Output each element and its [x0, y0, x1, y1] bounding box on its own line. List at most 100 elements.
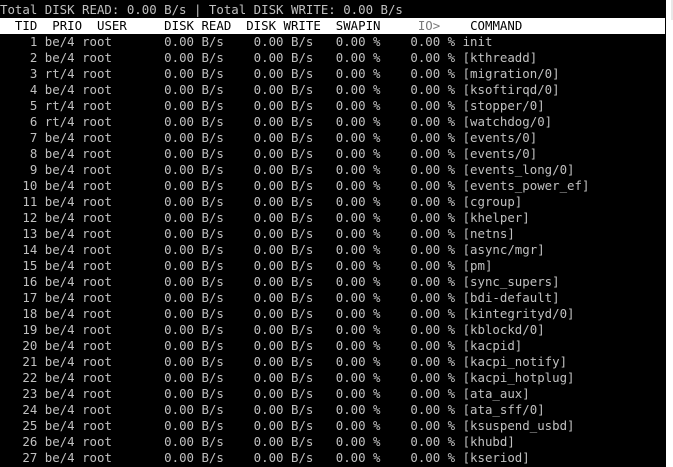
process-row[interactable]: 27 be/4 root 0.00 B/s 0.00 B/s 0.00 % 0.…: [0, 450, 665, 466]
process-row[interactable]: 8 be/4 root 0.00 B/s 0.00 B/s 0.00 % 0.0…: [0, 146, 665, 162]
process-user: root: [82, 338, 112, 353]
column-header-prio[interactable]: PRIO: [52, 18, 82, 33]
process-prio: be/4: [44, 338, 75, 353]
process-command: [ksuspend_usbd]: [462, 418, 575, 433]
process-prio: rt/4: [44, 98, 75, 113]
process-list: 1 be/4 root 0.00 B/s 0.00 B/s 0.00 % 0.0…: [0, 34, 665, 466]
process-swapin: 0.00 %: [313, 322, 381, 337]
summary-separator: |: [193, 2, 202, 17]
process-disk-read: 0.00 B/s: [111, 242, 224, 257]
process-row[interactable]: 15 be/4 root 0.00 B/s 0.00 B/s 0.00 % 0.…: [0, 258, 665, 274]
process-prio: rt/4: [44, 66, 75, 81]
process-prio: be/4: [44, 34, 75, 49]
process-row[interactable]: 16 be/4 root 0.00 B/s 0.00 B/s 0.00 % 0.…: [0, 274, 665, 290]
process-row[interactable]: 1 be/4 root 0.00 B/s 0.00 B/s 0.00 % 0.0…: [0, 34, 665, 50]
process-user: root: [82, 98, 112, 113]
process-command: [khelper]: [462, 210, 530, 225]
process-disk-write: 0.00 B/s: [223, 194, 314, 209]
process-io: 0.00 %: [380, 306, 456, 321]
column-header-row: TID PRIO USER DISK READ DISK WRITE SWAPI…: [0, 18, 665, 34]
process-disk-read: 0.00 B/s: [111, 386, 224, 401]
process-disk-write: 0.00 B/s: [223, 338, 314, 353]
process-tid: 2: [0, 50, 38, 65]
process-row[interactable]: 11 be/4 root 0.00 B/s 0.00 B/s 0.00 % 0.…: [0, 194, 665, 210]
process-prio: be/4: [44, 210, 75, 225]
process-row[interactable]: 26 be/4 root 0.00 B/s 0.00 B/s 0.00 % 0.…: [0, 434, 665, 450]
process-user: root: [82, 66, 112, 81]
process-prio: be/4: [44, 82, 75, 97]
process-disk-read: 0.00 B/s: [111, 322, 224, 337]
process-tid: 10: [0, 178, 38, 193]
process-row[interactable]: 13 be/4 root 0.00 B/s 0.00 B/s 0.00 % 0.…: [0, 226, 665, 242]
process-tid: 26: [0, 434, 38, 449]
process-tid: 18: [0, 306, 38, 321]
process-io: 0.00 %: [380, 338, 456, 353]
process-prio: be/4: [44, 402, 75, 417]
process-row[interactable]: 10 be/4 root 0.00 B/s 0.00 B/s 0.00 % 0.…: [0, 178, 665, 194]
process-disk-read: 0.00 B/s: [111, 226, 224, 241]
process-row[interactable]: 19 be/4 root 0.00 B/s 0.00 B/s 0.00 % 0.…: [0, 322, 665, 338]
process-row[interactable]: 5 rt/4 root 0.00 B/s 0.00 B/s 0.00 % 0.0…: [0, 98, 665, 114]
process-row[interactable]: 7 be/4 root 0.00 B/s 0.00 B/s 0.00 % 0.0…: [0, 130, 665, 146]
process-disk-read: 0.00 B/s: [111, 274, 224, 289]
process-row[interactable]: 4 be/4 root 0.00 B/s 0.00 B/s 0.00 % 0.0…: [0, 82, 665, 98]
process-disk-write: 0.00 B/s: [223, 290, 314, 305]
process-user: root: [82, 242, 112, 257]
process-swapin: 0.00 %: [313, 290, 381, 305]
process-row[interactable]: 25 be/4 root 0.00 B/s 0.00 B/s 0.00 % 0.…: [0, 418, 665, 434]
process-disk-read: 0.00 B/s: [111, 66, 224, 81]
process-disk-write: 0.00 B/s: [223, 146, 314, 161]
process-prio: be/4: [44, 194, 75, 209]
process-io: 0.00 %: [380, 354, 456, 369]
process-row[interactable]: 9 be/4 root 0.00 B/s 0.00 B/s 0.00 % 0.0…: [0, 162, 665, 178]
process-row[interactable]: 23 be/4 root 0.00 B/s 0.00 B/s 0.00 % 0.…: [0, 386, 665, 402]
process-row[interactable]: 21 be/4 root 0.00 B/s 0.00 B/s 0.00 % 0.…: [0, 354, 665, 370]
process-io: 0.00 %: [380, 34, 456, 49]
process-prio: be/4: [44, 386, 75, 401]
process-row[interactable]: 18 be/4 root 0.00 B/s 0.00 B/s 0.00 % 0.…: [0, 306, 665, 322]
process-disk-write: 0.00 B/s: [223, 162, 314, 177]
process-disk-read: 0.00 B/s: [111, 146, 224, 161]
process-swapin: 0.00 %: [313, 306, 381, 321]
column-header-disk-write[interactable]: DISK WRITE: [246, 18, 321, 33]
total-disk-read-value: 0.00 B/s: [126, 2, 187, 17]
process-row[interactable]: 3 rt/4 root 0.00 B/s 0.00 B/s 0.00 % 0.0…: [0, 66, 665, 82]
process-user: root: [82, 210, 112, 225]
column-header-io[interactable]: IO>: [418, 18, 440, 33]
process-row[interactable]: 2 be/4 root 0.00 B/s 0.00 B/s 0.00 % 0.0…: [0, 50, 665, 66]
process-disk-read: 0.00 B/s: [111, 210, 224, 225]
process-row[interactable]: 6 rt/4 root 0.00 B/s 0.00 B/s 0.00 % 0.0…: [0, 114, 665, 130]
process-row[interactable]: 24 be/4 root 0.00 B/s 0.00 B/s 0.00 % 0.…: [0, 402, 665, 418]
process-disk-write: 0.00 B/s: [223, 114, 314, 129]
column-header-disk-read[interactable]: DISK READ: [164, 18, 231, 33]
process-io: 0.00 %: [380, 450, 456, 465]
terminal-window[interactable]: Total DISK READ: 0.00 B/s | Total DISK W…: [0, 0, 673, 467]
process-swapin: 0.00 %: [313, 338, 381, 353]
process-disk-read: 0.00 B/s: [111, 306, 224, 321]
process-row[interactable]: 20 be/4 root 0.00 B/s 0.00 B/s 0.00 % 0.…: [0, 338, 665, 354]
process-tid: 25: [0, 418, 38, 433]
process-command: [kblockd/0]: [462, 322, 545, 337]
column-header-tid[interactable]: TID: [15, 18, 37, 33]
process-row[interactable]: 22 be/4 root 0.00 B/s 0.00 B/s 0.00 % 0.…: [0, 370, 665, 386]
process-command: [netns]: [462, 226, 515, 241]
process-command: [ata_sff/0]: [462, 402, 545, 417]
process-disk-read: 0.00 B/s: [111, 178, 224, 193]
process-command: [kacpi_hotplug]: [462, 370, 575, 385]
column-header-command[interactable]: COMMAND: [470, 18, 522, 33]
process-command: [migration/0]: [462, 66, 560, 81]
process-tid: 8: [0, 146, 38, 161]
process-disk-read: 0.00 B/s: [111, 434, 224, 449]
process-disk-write: 0.00 B/s: [223, 34, 314, 49]
column-header-user[interactable]: USER: [97, 18, 127, 33]
process-row[interactable]: 17 be/4 root 0.00 B/s 0.00 B/s 0.00 % 0.…: [0, 290, 665, 306]
process-row[interactable]: 14 be/4 root 0.00 B/s 0.00 B/s 0.00 % 0.…: [0, 242, 665, 258]
process-swapin: 0.00 %: [313, 434, 381, 449]
process-user: root: [82, 290, 112, 305]
process-command: [khubd]: [462, 434, 515, 449]
process-tid: 3: [0, 66, 38, 81]
process-row[interactable]: 12 be/4 root 0.00 B/s 0.00 B/s 0.00 % 0.…: [0, 210, 665, 226]
column-header-swapin[interactable]: SWAPIN: [336, 18, 381, 33]
process-tid: 13: [0, 226, 38, 241]
process-prio: be/4: [44, 322, 75, 337]
